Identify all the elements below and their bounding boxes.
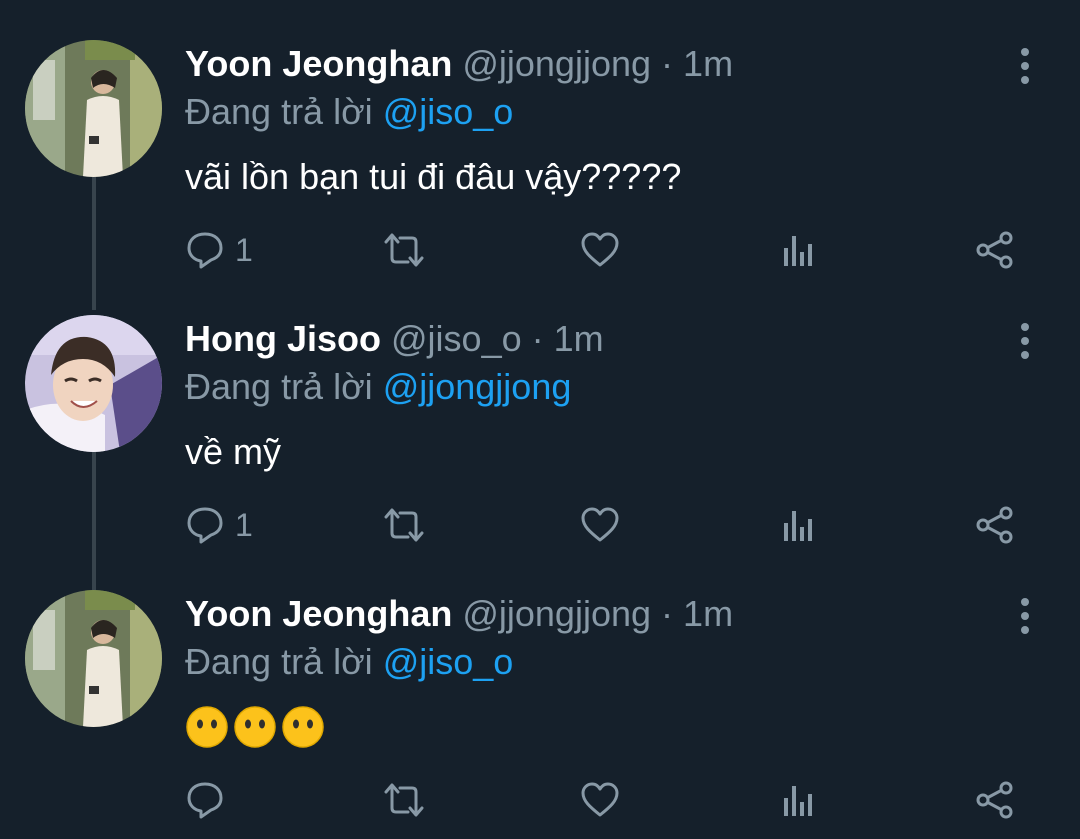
replying-to-line: Đang trả lời @jiso_o [185,640,513,684]
share-icon [976,231,1013,269]
display-name[interactable]: Yoon Jeonghan [185,593,452,634]
tweet-header: Yoon Jeonghan @jjongjjong · 1m [185,42,733,86]
share-button[interactable] [975,500,1015,550]
retweet-button[interactable] [382,500,426,550]
replying-to-line: Đang trả lời @jiso_o [185,90,513,134]
like-button[interactable] [580,775,620,825]
reply-icon [187,507,223,544]
like-icon [581,232,619,267]
tweet[interactable]: Yoon Jeonghan @jjongjjong · 1m Đang trả … [0,40,1080,280]
like-icon [581,507,619,542]
reply-count: 1 [235,231,253,268]
analytics-button[interactable] [780,225,816,275]
separator-dot: · [661,43,674,84]
share-icon [976,506,1013,544]
replying-to-label: Đang trả lời [185,641,373,682]
retweet-icon [384,233,424,267]
separator-dot: · [661,593,674,634]
reply-icon [187,782,223,819]
tweet-emoji-text [185,705,325,749]
replying-to-label: Đang trả lời [185,91,373,132]
avatar[interactable] [25,40,162,177]
retweet-button[interactable] [382,225,426,275]
retweet-icon [384,508,424,542]
mention-link[interactable]: @jjongjjong [383,366,572,407]
like-button[interactable] [580,500,620,550]
share-button[interactable] [975,775,1015,825]
like-button[interactable] [580,225,620,275]
timestamp[interactable]: 1m [683,593,733,634]
user-handle[interactable]: @jiso_o [391,318,522,359]
analytics-icon [784,786,812,816]
more-options-icon[interactable] [1010,596,1040,636]
display-name[interactable]: Hong Jisoo [185,318,381,359]
reply-button[interactable]: 1 [185,225,253,275]
tweet-actions [185,775,1025,825]
user-handle[interactable]: @jjongjjong [462,593,651,634]
more-options-icon[interactable] [1010,46,1040,86]
tweet-header: Yoon Jeonghan @jjongjjong · 1m [185,592,733,636]
separator-dot: · [531,318,544,359]
reply-count: 1 [235,506,253,543]
timestamp[interactable]: 1m [554,318,604,359]
reply-icon [187,232,223,269]
user-handle[interactable]: @jjongjjong [462,43,651,84]
replying-to-line: Đang trả lời @jjongjjong [185,365,571,409]
speechless-face-emoji-icon [282,706,324,748]
display-name[interactable]: Yoon Jeonghan [185,43,452,84]
share-button[interactable] [975,225,1015,275]
more-options-icon[interactable] [1010,321,1040,361]
avatar[interactable] [25,590,162,727]
analytics-button[interactable] [780,500,816,550]
retweet-icon [384,783,424,817]
analytics-icon [784,236,812,266]
tweet-text: vãi lồn bạn tui đi đâu vậy????? [185,156,682,197]
retweet-button[interactable] [382,775,426,825]
avatar[interactable] [25,315,162,452]
mention-link[interactable]: @jiso_o [383,641,514,682]
reply-button[interactable] [185,775,235,825]
share-icon [976,781,1013,819]
speechless-face-emoji-icon [186,706,228,748]
tweet-actions: 1 [185,225,1025,275]
mention-link[interactable]: @jiso_o [383,91,514,132]
like-icon [581,782,619,817]
tweet-header: Hong Jisoo @jiso_o · 1m [185,317,604,361]
timestamp[interactable]: 1m [683,43,733,84]
analytics-button[interactable] [780,775,816,825]
speechless-face-emoji-icon [234,706,276,748]
tweet-text: về mỹ [185,431,282,472]
tweet[interactable]: Hong Jisoo @jiso_o · 1m Đang trả lời @jj… [0,315,1080,555]
tweet-actions: 1 [185,500,1025,550]
replying-to-label: Đang trả lời [185,366,373,407]
analytics-icon [784,511,812,541]
reply-button[interactable]: 1 [185,500,253,550]
tweet[interactable]: Yoon Jeonghan @jjongjjong · 1m Đang trả … [0,590,1080,830]
